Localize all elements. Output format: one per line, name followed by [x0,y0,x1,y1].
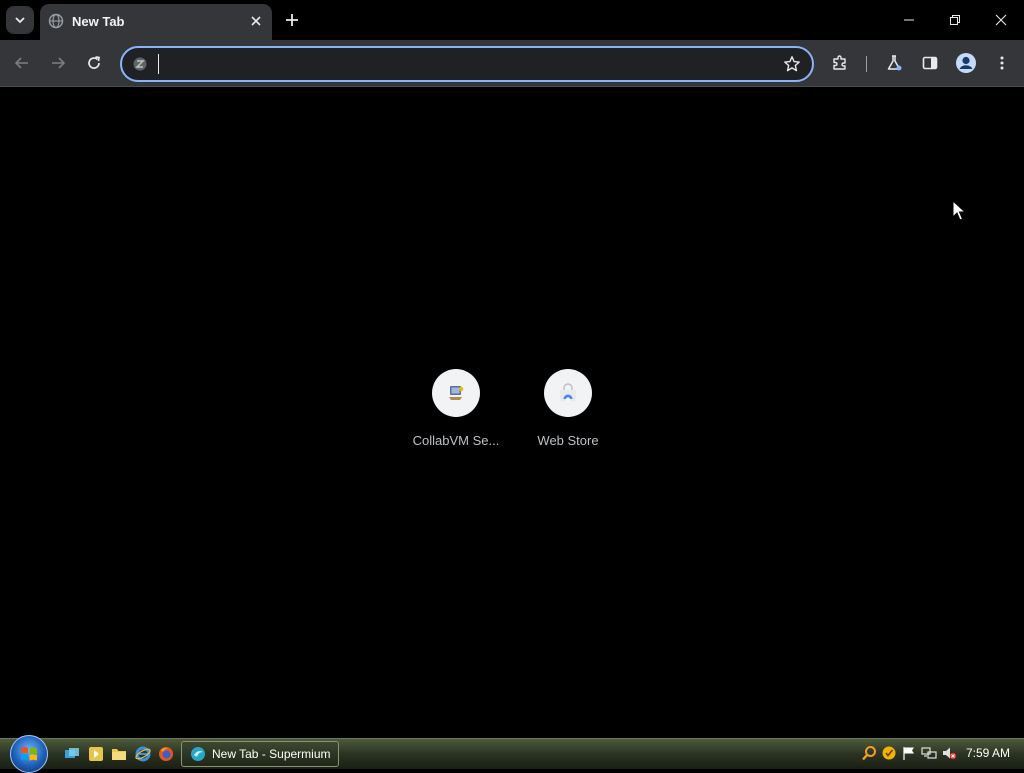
arrow-left-icon [14,57,28,69]
supermium-icon [133,57,147,71]
taskbar-button-supermium[interactable]: New Tab - Supermium [181,741,339,767]
mouse-cursor-icon [952,200,966,221]
shortcut-collabvm[interactable]: CollabVM Se... [400,363,512,463]
arrow-right-icon [52,57,66,69]
side-panel-icon [922,56,938,70]
folder-icon[interactable] [110,745,128,763]
chevron-down-icon [15,17,25,24]
extensions-button[interactable] [825,48,855,78]
norton-icon[interactable] [881,745,897,761]
taskbar: New Tab - Supermium 7:59 AM [0,735,1024,773]
menu-button[interactable] [987,48,1017,78]
media-player-icon[interactable] [87,745,105,763]
web-store-icon [560,383,576,401]
profile-button[interactable] [951,48,981,78]
new-tab-button[interactable] [280,8,304,32]
tab-close-button[interactable] [248,13,264,29]
address-bar[interactable] [120,46,814,82]
taskbar-button-label: New Tab - Supermium [212,747,331,761]
text-caret [158,54,159,74]
reload-icon [88,56,100,69]
windows-logo-icon [21,747,37,761]
reload-button[interactable] [79,48,109,78]
minimize-icon [904,19,914,21]
start-button[interactable] [10,735,48,773]
plus-icon [286,14,298,26]
close-icon [251,16,261,26]
shortcut-icon-circle [544,369,592,417]
minimize-button[interactable] [886,0,932,40]
new-tab-page: CollabVM Se... Web Store [0,87,1024,739]
title-bar: New Tab [0,0,1024,40]
bookmark-star-button[interactable] [782,54,802,74]
collabvm-icon [449,386,464,400]
globe-icon [48,13,64,29]
restore-icon [950,15,960,25]
avatar-icon [956,53,976,73]
forward-button[interactable] [43,48,73,78]
internet-explorer-icon[interactable] [134,745,152,763]
flask-icon [887,55,902,71]
tab-title: New Tab [72,14,125,29]
volume-muted-icon[interactable] [941,745,957,761]
labs-button[interactable] [879,48,909,78]
toolbar-separator [866,56,867,72]
supermium-icon [191,747,205,761]
address-input[interactable] [156,51,756,77]
shortcut-web-store[interactable]: Web Store [512,363,624,463]
tab-new-tab[interactable]: New Tab [40,4,272,40]
toolbar [0,40,1024,87]
back-button[interactable] [7,48,37,78]
star-icon [784,56,800,72]
firefox-icon[interactable] [157,745,175,763]
network-icon[interactable] [921,745,937,761]
close-window-button[interactable] [978,0,1024,40]
side-panel-button[interactable] [915,48,945,78]
switch-windows-icon[interactable] [63,745,81,763]
kebab-menu-icon [1000,56,1004,70]
shortcut-label: CollabVM Se... [412,433,500,448]
flag-icon[interactable] [901,745,917,761]
clock[interactable]: 7:59 AM [966,746,1010,760]
tab-search-button[interactable] [6,6,34,34]
shortcut-label: Web Store [537,433,599,448]
search-icon[interactable] [861,745,877,761]
puzzle-icon [833,55,846,70]
close-icon [995,14,1007,26]
shortcut-icon-circle [432,369,480,417]
restore-button[interactable] [932,0,978,40]
